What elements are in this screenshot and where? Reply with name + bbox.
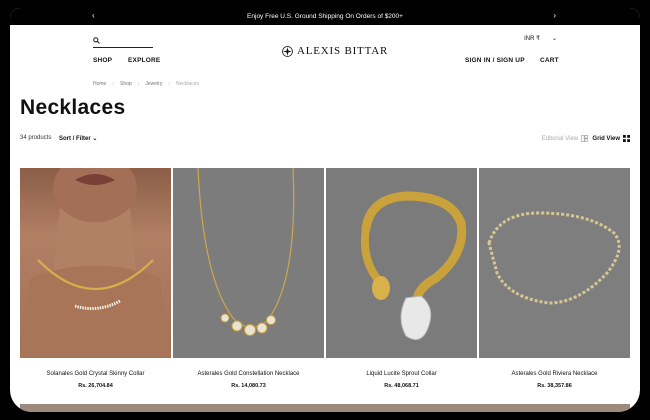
- product-name[interactable]: Asterales Gold Constellation Necklace: [173, 371, 324, 377]
- grid-view-icon: [623, 135, 630, 142]
- product-card[interactable]: Asterales Gold Constellation Necklace Rs…: [173, 168, 324, 389]
- product-name[interactable]: Liquid Lucite Sprout Collar: [326, 371, 477, 377]
- chevron-right-icon[interactable]: ›: [553, 11, 556, 20]
- promo-bar: ‹ Enjoy Free U.S. Ground Shipping On Ord…: [10, 8, 640, 25]
- riviera-necklace-photo: [487, 211, 621, 305]
- sort-filter-button[interactable]: Sort / Filter ⌄: [59, 135, 97, 142]
- brand-logo[interactable]: ALEXIS BITTAR: [282, 45, 388, 57]
- grid-view-label: Grid View: [592, 135, 620, 142]
- next-row-preview: [20, 404, 630, 412]
- chevron-down-icon: ⌄: [92, 136, 98, 142]
- nav-shop[interactable]: SHOP: [93, 57, 112, 64]
- model-collar-photo: [20, 168, 171, 358]
- product-price: Rs. 48,068.71: [384, 383, 419, 389]
- product-card[interactable]: Liquid Lucite Sprout Collar Rs. 48,068.7…: [326, 168, 477, 389]
- nav-cart[interactable]: CART: [540, 57, 559, 64]
- product-price: Rs. 26,704.84: [78, 383, 113, 389]
- product-price: Rs. 14,080.73: [231, 383, 266, 389]
- product-name[interactable]: Solanales Gold Crystal Skinny Collar: [20, 371, 171, 377]
- breadcrumb-shop[interactable]: Shop: [120, 81, 132, 87]
- logo-star-icon: [282, 45, 293, 57]
- breadcrumb-jewelry[interactable]: Jewelry: [145, 81, 162, 87]
- product-image[interactable]: [479, 168, 630, 358]
- editorial-view-icon: [581, 135, 588, 142]
- search-input[interactable]: [93, 37, 153, 48]
- browser-screen: ‹ Enjoy Free U.S. Ground Shipping On Ord…: [10, 8, 640, 412]
- page-title: Necklaces: [20, 96, 126, 119]
- breadcrumb-home[interactable]: Home: [93, 81, 106, 87]
- sort-filter-label: Sort / Filter: [59, 136, 91, 142]
- search-icon: [93, 37, 100, 44]
- brand-name: ALEXIS BITTAR: [297, 45, 389, 57]
- product-image[interactable]: [326, 168, 477, 358]
- product-image[interactable]: [20, 168, 171, 358]
- currency-selector[interactable]: INR ₹ ⌄: [524, 35, 557, 42]
- grid-view-toggle[interactable]: Grid View: [592, 135, 630, 142]
- product-card[interactable]: Asterales Gold Riviera Necklace Rs. 38,3…: [479, 168, 630, 389]
- product-card[interactable]: Solanales Gold Crystal Skinny Collar Rs.…: [20, 168, 171, 389]
- breadcrumb: Home › Shop › Jewelry › Necklaces: [93, 81, 200, 87]
- product-name[interactable]: Asterales Gold Riviera Necklace: [479, 371, 630, 377]
- nav-signin[interactable]: SIGN IN / SIGN UP: [465, 57, 525, 64]
- editorial-view-toggle[interactable]: Editorial View: [542, 135, 588, 142]
- product-image[interactable]: [173, 168, 324, 358]
- product-price: Rs. 38,357.86: [537, 383, 572, 389]
- currency-value: INR ₹: [524, 36, 540, 42]
- nav-explore[interactable]: EXPLORE: [128, 57, 160, 64]
- editorial-view-label: Editorial View: [541, 135, 578, 142]
- promo-text: Enjoy Free U.S. Ground Shipping On Order…: [247, 13, 403, 20]
- chevron-left-icon[interactable]: ‹: [92, 11, 95, 20]
- chevron-down-icon: ⌄: [551, 36, 557, 42]
- lucite-collar-photo: [360, 191, 467, 341]
- product-grid: Solanales Gold Crystal Skinny Collar Rs.…: [20, 168, 630, 389]
- site-header: SHOP EXPLORE ALEXIS BITTAR INR ₹ ⌄ SIGN …: [10, 25, 640, 80]
- constellation-necklace-photo: [197, 168, 295, 336]
- product-count: 34 products: [20, 135, 52, 141]
- device-frame: ‹ Enjoy Free U.S. Ground Shipping On Ord…: [0, 0, 650, 420]
- breadcrumb-current: Necklaces: [176, 81, 200, 87]
